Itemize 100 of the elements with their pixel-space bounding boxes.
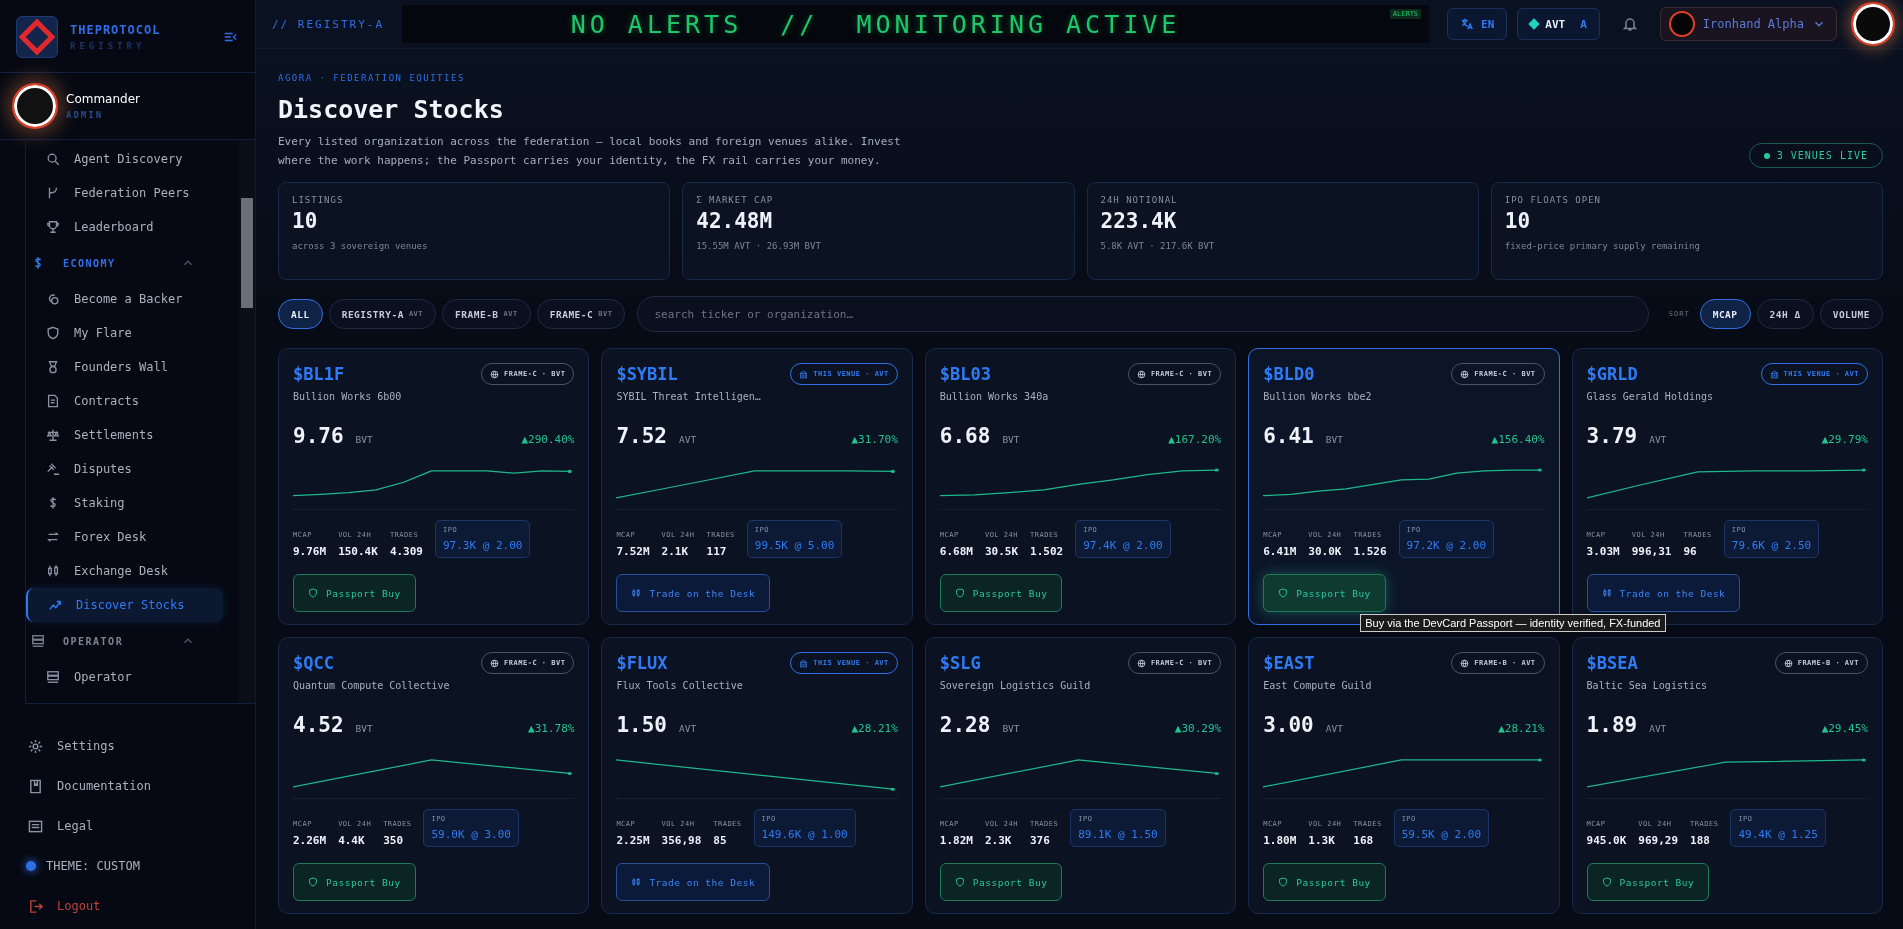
currency-button[interactable]: AVT A xyxy=(1517,8,1600,40)
price: 9.76 xyxy=(293,424,344,448)
ticker-symbol: $SYBIL xyxy=(616,364,678,384)
translate-icon xyxy=(1460,17,1475,31)
brand-subtitle: REGISTRY xyxy=(70,41,147,51)
trade-desk-button[interactable]: Trade on the Desk xyxy=(616,863,771,901)
sidebar-item[interactable]: Founders Wall xyxy=(26,350,223,384)
sidebar-item[interactable]: Forex Desk xyxy=(26,520,223,554)
search-icon xyxy=(46,152,60,166)
ticker-symbol: $QCC xyxy=(293,653,334,673)
price: 7.52 xyxy=(616,424,667,448)
venue-filter-chip[interactable]: ALL xyxy=(278,299,323,329)
sidebar-item[interactable]: Agent Discovery xyxy=(26,142,223,176)
sidebar-link[interactable]: Legal xyxy=(28,806,255,846)
price-change: ▲28.21% xyxy=(1498,722,1545,735)
scale-icon xyxy=(46,428,60,442)
sidebar-item[interactable]: Operator xyxy=(26,660,223,694)
passport-buy-button[interactable]: Passport Buy xyxy=(939,574,1063,612)
stat-value: 223.4K xyxy=(1100,209,1178,233)
trade-desk-button[interactable]: Trade on the Desk xyxy=(616,574,771,612)
price: 6.68 xyxy=(939,424,991,448)
scrollbar[interactable] xyxy=(239,140,255,703)
metric-value: 188 xyxy=(1690,834,1711,848)
metric-value: 168 xyxy=(1353,834,1375,848)
language-button[interactable]: EN xyxy=(1447,8,1508,40)
sidebar-item[interactable]: Leaderboard xyxy=(26,210,223,244)
metric-value: 356,98 xyxy=(661,834,702,848)
shield-icon xyxy=(954,588,965,599)
account-menu[interactable]: Ironhand Alpha xyxy=(1659,7,1837,41)
trade-desk-button[interactable]: Trade on the Desk xyxy=(1586,574,1741,612)
passport-buy-button[interactable]: Passport Buy xyxy=(1586,863,1710,901)
metric-value: 30.5K xyxy=(984,545,1019,559)
stat-label: IPO FLOATS OPEN xyxy=(1504,195,1603,205)
currency-unit: BVT xyxy=(355,434,374,445)
passport-buy-button[interactable]: Passport Buy xyxy=(1263,863,1386,901)
stat-caption: 5.8K AVT · 217.6K BVT xyxy=(1100,241,1216,251)
sidebar-item[interactable]: Become a Backer xyxy=(26,282,223,316)
sidebar-item[interactable]: Exchange Desk xyxy=(26,554,223,588)
sidebar-section[interactable]: OPERATOR xyxy=(26,622,239,660)
ticker-symbol: $BSEA xyxy=(1586,653,1638,673)
metric-value: 2.3K xyxy=(984,834,1013,848)
organization-name: Quantum Compute Collective xyxy=(293,680,451,691)
passport-buy-button[interactable]: Passport Buy xyxy=(939,863,1063,901)
sidebar-item[interactable]: My Flare xyxy=(26,316,223,350)
sort-option[interactable]: MCAP xyxy=(1699,299,1751,329)
metric-value: 117 xyxy=(706,545,728,559)
metric-value: 6.41M xyxy=(1263,545,1297,559)
document-icon xyxy=(46,394,60,408)
sidebar-item[interactable]: Contracts xyxy=(26,384,223,418)
price-change: ▲30.29% xyxy=(1174,722,1222,735)
sidebar-item[interactable]: Discover Stocks xyxy=(26,588,223,622)
passport-buy-button[interactable]: Passport Buy xyxy=(293,863,416,901)
gavel-icon xyxy=(46,462,60,476)
shield-icon xyxy=(308,877,318,888)
globe-icon xyxy=(490,369,500,379)
metric-value: 6.68M xyxy=(939,545,973,559)
metric-value: 2.1K xyxy=(661,545,689,559)
sidebar-item[interactable]: Settlements xyxy=(26,418,223,452)
price-change: ▲31.78% xyxy=(528,722,575,735)
currency-unit: AVT xyxy=(1649,723,1668,734)
ticker-symbol: $BLD0 xyxy=(1263,364,1315,384)
shield-icon xyxy=(954,877,965,888)
passport-buy-button[interactable]: Passport Buy xyxy=(1263,574,1386,612)
theme-toggle[interactable]: THEME: CUSTOM xyxy=(26,846,255,886)
sidebar-link[interactable]: Documentation xyxy=(28,766,255,806)
candles-icon xyxy=(1601,588,1612,599)
avatar[interactable] xyxy=(1853,4,1893,44)
organization-name: Flux Tools Collective xyxy=(616,680,744,691)
metric-value: 9.76M xyxy=(293,545,327,559)
search-field[interactable]: search ticker or organization… xyxy=(637,296,1649,332)
metric-value: 7.52M xyxy=(616,545,650,559)
metric-value: 2.25M xyxy=(616,834,650,848)
logout-link[interactable]: Logout xyxy=(28,886,255,926)
sidebar-link[interactable]: Settings xyxy=(28,726,255,766)
passport-buy-button[interactable]: Passport Buy xyxy=(293,574,416,612)
currency-unit: BVT xyxy=(355,723,374,734)
shield-icon xyxy=(308,588,318,599)
sort-option[interactable]: VOLUME xyxy=(1819,299,1883,329)
avatar xyxy=(14,85,56,127)
user-name: Commander xyxy=(66,92,140,106)
price-change: ▲29.45% xyxy=(1821,722,1868,735)
candles-icon xyxy=(631,877,642,888)
sidebar-section[interactable]: ECONOMY xyxy=(26,244,239,282)
sort-option[interactable]: 24H Δ xyxy=(1756,299,1814,329)
stat-label: Σ MARKET CAP xyxy=(696,195,775,205)
globe-icon xyxy=(1783,658,1793,668)
sidebar-item[interactable]: Federation Peers xyxy=(26,176,223,210)
bell-icon xyxy=(1621,16,1638,32)
price: 1.89 xyxy=(1586,713,1638,737)
stat-value: 10 xyxy=(1504,209,1532,233)
node-label: // REGISTRY-A xyxy=(272,17,386,31)
server-icon xyxy=(31,634,45,648)
metric-value: 3.03M xyxy=(1586,545,1620,559)
price-change: ▲28.21% xyxy=(851,722,898,735)
price: 6.41 xyxy=(1263,424,1314,448)
sidebar-item[interactable]: Staking xyxy=(26,486,223,520)
arrows-icon xyxy=(46,530,60,544)
metric-value: 85 xyxy=(713,834,728,848)
sidebar-item[interactable]: Disputes xyxy=(26,452,223,486)
metric-value: 150.4K xyxy=(338,545,378,559)
